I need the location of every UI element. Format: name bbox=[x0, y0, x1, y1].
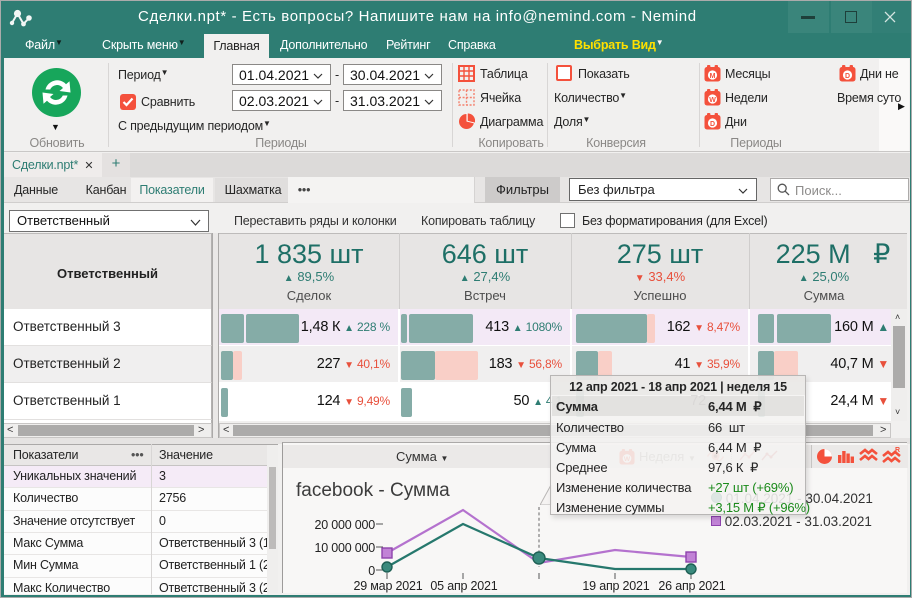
svg-text:W: W bbox=[709, 97, 716, 104]
svg-text:M: M bbox=[710, 73, 716, 80]
svg-text:D: D bbox=[710, 121, 715, 128]
svg-text:D: D bbox=[845, 73, 850, 80]
